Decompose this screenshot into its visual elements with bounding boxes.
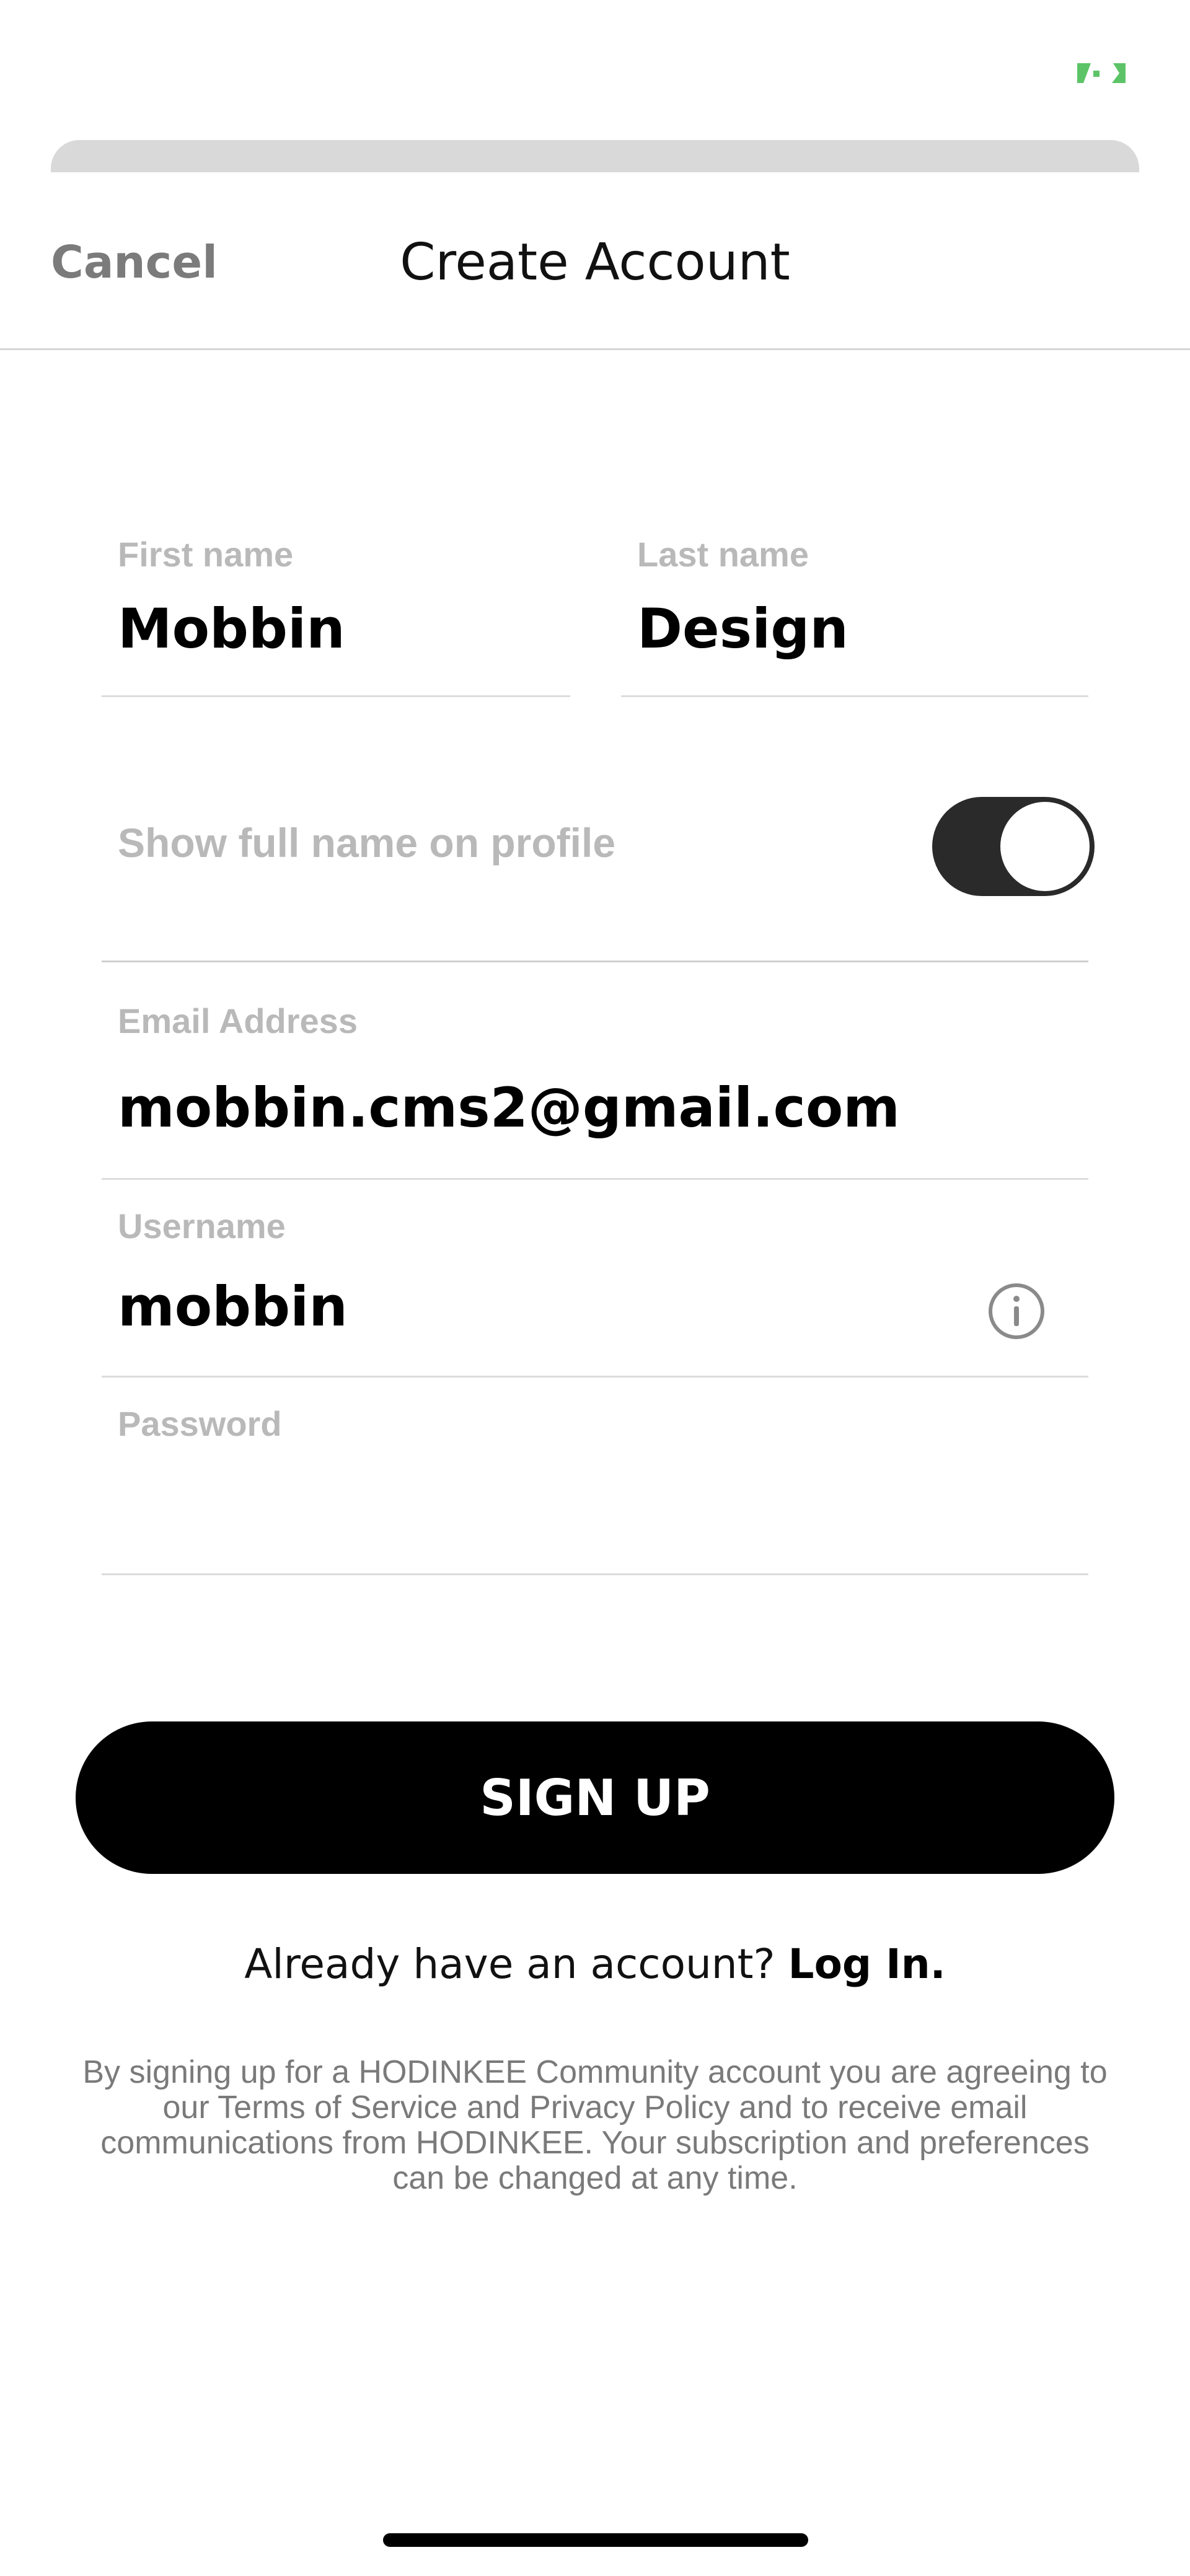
username-input[interactable]: mobbin bbox=[118, 1273, 348, 1341]
first-name-label: First name bbox=[118, 535, 294, 574]
show-full-name-label: Show full name on profile bbox=[118, 820, 616, 866]
battery-charging-icon bbox=[1077, 63, 1126, 83]
toggle-knob bbox=[1000, 802, 1090, 891]
first-name-field[interactable]: First name Mobbin bbox=[102, 533, 570, 697]
email-input[interactable]: mobbin.cms2@gmail.com bbox=[118, 1074, 900, 1142]
page-title: Create Account bbox=[400, 233, 790, 292]
last-name-input[interactable]: Design bbox=[637, 595, 848, 663]
nav-header: Cancel Create Account bbox=[0, 172, 1190, 350]
last-name-field[interactable]: Last name Design bbox=[621, 533, 1088, 697]
stacked-sheet-edge bbox=[51, 140, 1139, 172]
home-indicator[interactable] bbox=[383, 2533, 808, 2547]
email-field[interactable]: Email Address mobbin.cms2@gmail.com bbox=[102, 962, 1088, 1180]
last-name-label: Last name bbox=[637, 535, 809, 574]
show-full-name-row: Show full name on profile bbox=[102, 695, 1095, 962]
status-bar bbox=[0, 0, 1190, 124]
show-full-name-toggle[interactable] bbox=[932, 797, 1095, 896]
login-prompt-text: Already have an account? bbox=[244, 1940, 775, 1988]
first-name-input[interactable]: Mobbin bbox=[118, 595, 345, 663]
password-field[interactable]: Password bbox=[102, 1378, 1088, 1575]
username-field[interactable]: Username mobbin bbox=[102, 1180, 1088, 1378]
legal-disclaimer: By signing up for a HODINKEE Community a… bbox=[82, 2054, 1108, 2196]
log-in-link[interactable]: Log In. bbox=[788, 1940, 946, 1988]
email-label: Email Address bbox=[118, 1001, 358, 1040]
password-label: Password bbox=[118, 1404, 282, 1443]
info-icon[interactable] bbox=[988, 1283, 1045, 1340]
login-prompt: Already have an account? Log In. bbox=[0, 1933, 1190, 1995]
sign-up-button[interactable]: SIGN UP bbox=[76, 1721, 1114, 1874]
username-label: Username bbox=[118, 1207, 286, 1246]
